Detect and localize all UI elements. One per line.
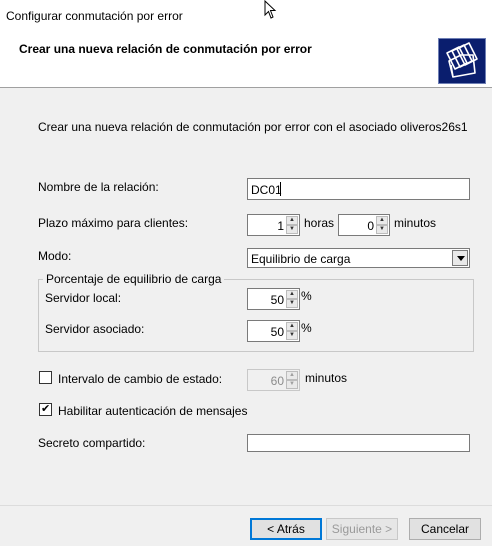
- cancel-button[interactable]: Cancelar: [409, 518, 481, 540]
- folders-icon: [438, 38, 486, 84]
- switchover-spinner-buttons: ▲ ▼: [286, 371, 298, 389]
- intro-text: Crear una nueva relación de conmutación …: [38, 120, 468, 134]
- hours-spinner[interactable]: 1 ▲ ▼: [247, 214, 300, 236]
- shared-secret-input[interactable]: [247, 434, 470, 452]
- local-spinner-buttons: ▲ ▼: [286, 290, 298, 308]
- minutes-up-icon[interactable]: ▲: [376, 216, 388, 225]
- max-lead-time-label: Plazo máximo para clientes:: [38, 216, 189, 230]
- message-auth-label: Habilitar autenticación de mensajes: [58, 404, 248, 418]
- minutes-down-icon[interactable]: ▼: [376, 225, 388, 234]
- header-title: Crear una nueva relación de conmutación …: [19, 42, 312, 56]
- wizard-header: Crear una nueva relación de conmutación …: [0, 30, 492, 88]
- partner-server-label: Servidor asociado:: [45, 322, 145, 336]
- local-up-icon[interactable]: ▲: [286, 290, 298, 299]
- partner-up-icon[interactable]: ▲: [286, 322, 298, 331]
- relation-name-value: DC01: [251, 183, 282, 197]
- hours-value: 1: [277, 219, 284, 233]
- hours-down-icon[interactable]: ▼: [286, 225, 298, 234]
- relation-name-input[interactable]: DC01: [247, 178, 470, 200]
- partner-server-spinner[interactable]: 50 ▲ ▼: [247, 320, 300, 342]
- minutes-unit: minutos: [394, 216, 437, 230]
- local-server-value: 50: [270, 293, 284, 307]
- shared-secret-label: Secreto compartido:: [38, 436, 146, 450]
- hours-up-icon[interactable]: ▲: [286, 216, 298, 225]
- bottom-separator: [0, 505, 492, 506]
- local-percent-unit: %: [301, 289, 312, 303]
- partner-spinner-buttons: ▲ ▼: [286, 322, 298, 340]
- text-caret: [280, 182, 281, 196]
- back-button[interactable]: < Atrás: [250, 518, 322, 540]
- state-switchover-label: Intervalo de cambio de estado:: [58, 372, 223, 386]
- state-switchover-spinner[interactable]: 60 ▲ ▼: [247, 369, 300, 391]
- state-switchover-value: 60: [270, 374, 284, 388]
- chevron-down-icon[interactable]: [452, 250, 468, 266]
- minutes-spinner-buttons: ▲ ▼: [376, 216, 388, 234]
- mouse-cursor-icon: [264, 0, 277, 19]
- window-title: Configurar conmutación por error: [6, 9, 183, 23]
- message-auth-checkbox[interactable]: [39, 402, 52, 416]
- partner-server-value: 50: [270, 325, 284, 339]
- switchover-up-icon[interactable]: ▲: [286, 371, 298, 380]
- mode-select[interactable]: Equilibrio de carga: [247, 248, 470, 268]
- minutes-spinner[interactable]: 0 ▲ ▼: [338, 214, 390, 236]
- partner-percent-unit: %: [301, 321, 312, 335]
- switchover-down-icon[interactable]: ▼: [286, 380, 298, 389]
- partner-down-icon[interactable]: ▼: [286, 331, 298, 340]
- mode-value: Equilibrio de carga: [251, 252, 351, 266]
- relation-name-label: Nombre de la relación:: [38, 180, 159, 194]
- switchover-unit: minutos: [305, 371, 348, 385]
- next-button[interactable]: Siguiente >: [326, 518, 398, 540]
- hours-unit: horas: [304, 216, 335, 230]
- title-bar: Configurar conmutación por error: [0, 0, 492, 30]
- minutes-value: 0: [367, 219, 374, 233]
- load-balance-legend: Porcentaje de equilibrio de carga: [43, 272, 225, 286]
- local-server-spinner[interactable]: 50 ▲ ▼: [247, 288, 300, 310]
- hours-spinner-buttons: ▲ ▼: [286, 216, 298, 234]
- mode-label: Modo:: [38, 249, 72, 263]
- local-server-label: Servidor local:: [45, 291, 122, 305]
- state-switchover-checkbox[interactable]: [39, 371, 52, 384]
- local-down-icon[interactable]: ▼: [286, 299, 298, 308]
